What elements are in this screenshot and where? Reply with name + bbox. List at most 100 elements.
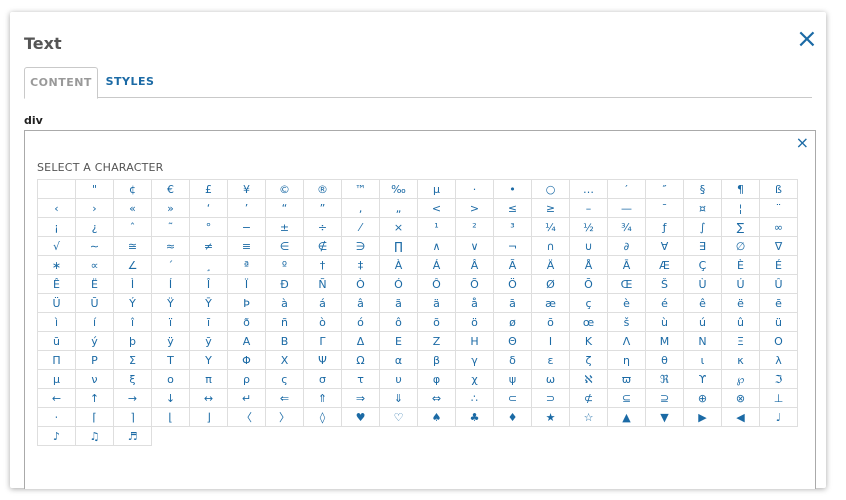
character-cell[interactable]: à (266, 294, 304, 313)
character-cell[interactable]: ì (38, 313, 76, 332)
character-cell[interactable]: ← (38, 389, 76, 408)
character-cell[interactable]: ¨ (760, 199, 798, 218)
character-cell[interactable]: ¿ (76, 218, 114, 237)
character-cell[interactable]: ∗ (38, 256, 76, 275)
character-cell[interactable]: Ë (76, 275, 114, 294)
character-cell[interactable]: ³ (494, 218, 532, 237)
character-cell[interactable]: √ (38, 237, 76, 256)
character-cell[interactable]: á (304, 294, 342, 313)
character-cell[interactable]: € (152, 180, 190, 199)
character-cell[interactable]: ⇓ (380, 389, 418, 408)
character-cell[interactable]: Ç (684, 256, 722, 275)
character-cell[interactable]: Â (456, 256, 494, 275)
character-cell[interactable]: Λ (608, 332, 646, 351)
character-cell[interactable]: ÷ (304, 218, 342, 237)
character-cell[interactable]: τ (342, 370, 380, 389)
character-cell[interactable]: ∀ (646, 237, 684, 256)
character-cell[interactable]: ≠ (190, 237, 228, 256)
character-cell[interactable]: ⊆ (608, 389, 646, 408)
character-cell[interactable]: θ (646, 351, 684, 370)
character-cell[interactable]: ∈ (266, 237, 304, 256)
character-cell[interactable]: « (114, 199, 152, 218)
character-cell[interactable]: Í (152, 275, 190, 294)
character-cell[interactable]: ¸ (190, 256, 228, 275)
character-cell[interactable]: ¬ (494, 237, 532, 256)
character-cell[interactable]: Ā (608, 256, 646, 275)
character-cell[interactable]: ϖ (608, 370, 646, 389)
character-cell[interactable]: ″ (646, 180, 684, 199)
character-cell[interactable]: η (608, 351, 646, 370)
character-cell[interactable]: ∃ (684, 237, 722, 256)
character-cell[interactable]: Ω (342, 351, 380, 370)
character-cell[interactable]: ∏ (380, 237, 418, 256)
character-cell[interactable]: · (456, 180, 494, 199)
character-cell[interactable]: ⌈ (76, 408, 114, 427)
character-cell[interactable]: Î (190, 275, 228, 294)
character-cell[interactable]: ς (266, 370, 304, 389)
character-cell[interactable]: ∉ (304, 237, 342, 256)
character-cell[interactable]: ε (532, 351, 570, 370)
character-cell[interactable]: — (608, 199, 646, 218)
character-cell[interactable]: ó (342, 313, 380, 332)
character-cell[interactable]: Χ (266, 351, 304, 370)
character-cell[interactable]: κ (722, 351, 760, 370)
character-cell[interactable]: ♣ (456, 408, 494, 427)
character-cell[interactable]: Ï (228, 275, 266, 294)
character-cell[interactable]: Å (570, 256, 608, 275)
character-cell[interactable]: ∼ (76, 237, 114, 256)
character-cell[interactable]: ◊ (304, 408, 342, 427)
character-cell[interactable]: ⇑ (304, 389, 342, 408)
character-cell[interactable]: ℜ (646, 370, 684, 389)
character-cell[interactable]: Ó (380, 275, 418, 294)
character-cell[interactable]: ▲ (608, 408, 646, 427)
character-cell[interactable]: Ō (570, 275, 608, 294)
character-cell[interactable]: Ã (494, 256, 532, 275)
character-cell[interactable]: Ò (342, 275, 380, 294)
character-cell[interactable]: ū (38, 332, 76, 351)
character-cell[interactable]: ∩ (532, 237, 570, 256)
tab-content[interactable]: CONTENT (24, 67, 98, 99)
character-cell[interactable]: ° (190, 218, 228, 237)
character-cell[interactable]: º (266, 256, 304, 275)
character-cell[interactable]: → (114, 389, 152, 408)
character-cell[interactable]: ≡ (228, 237, 266, 256)
character-cell[interactable]: ȳ (190, 332, 228, 351)
character-cell[interactable]: Ü (38, 294, 76, 313)
character-cell[interactable]: Ū (76, 294, 114, 313)
character-cell[interactable]: › (76, 199, 114, 218)
character-cell[interactable]: ≥ (532, 199, 570, 218)
character-cell[interactable]: ⌉ (114, 408, 152, 427)
character-cell[interactable]: ⇐ (266, 389, 304, 408)
character-cell[interactable]: Ψ (304, 351, 342, 370)
character-cell[interactable]: Ê (38, 275, 76, 294)
character-cell[interactable]: ¶ (722, 180, 760, 199)
character-cell[interactable]: ≤ (494, 199, 532, 218)
character-cell[interactable]: λ (760, 351, 798, 370)
character-cell[interactable]: Ú (722, 275, 760, 294)
character-cell[interactable]: Ζ (418, 332, 456, 351)
character-cell[interactable]: ρ (228, 370, 266, 389)
character-cell[interactable]: ¢ (114, 180, 152, 199)
character-cell[interactable]: § (684, 180, 722, 199)
character-cell[interactable]: Π (38, 351, 76, 370)
character-cell[interactable]: ˜ (152, 218, 190, 237)
character-cell[interactable]: Ý (114, 294, 152, 313)
character-cell[interactable]: Η (456, 332, 494, 351)
character-cell[interactable]: ù (646, 313, 684, 332)
character-cell[interactable]: ¯ (646, 199, 684, 218)
character-cell[interactable]: ▶ (684, 408, 722, 427)
character-cell[interactable]: ℘ (722, 370, 760, 389)
character-cell[interactable]: σ (304, 370, 342, 389)
character-cell[interactable]: ϒ (684, 370, 722, 389)
character-cell[interactable]: ⋅ (38, 408, 76, 427)
character-cell[interactable] (38, 180, 76, 199)
character-cell[interactable]: š (608, 313, 646, 332)
character-cell[interactable]: ′ (608, 180, 646, 199)
character-cell[interactable]: ⊃ (532, 389, 570, 408)
character-cell[interactable]: Φ (228, 351, 266, 370)
character-cell[interactable]: ð (228, 313, 266, 332)
character-cell[interactable]: ○ (532, 180, 570, 199)
character-cell[interactable]: Γ (304, 332, 342, 351)
character-cell[interactable]: ë (722, 294, 760, 313)
character-cell[interactable]: † (304, 256, 342, 275)
